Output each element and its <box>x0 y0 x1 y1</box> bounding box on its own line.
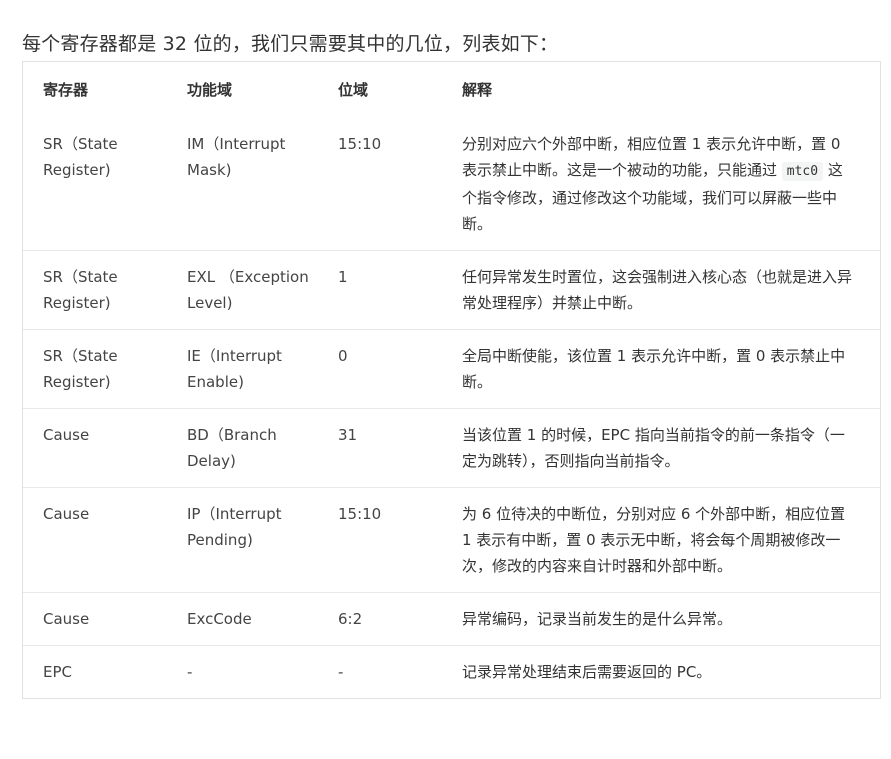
cell-register: SR（State Register) <box>43 347 118 391</box>
cell-explanation: 任何异常发生时置位，这会强制进入核心态（也就是进入异常处理程序）并禁止中断。 <box>462 268 853 312</box>
cell-bits: 31 <box>338 426 358 444</box>
table-row: Cause BD（Branch Delay) 31 当该位置 1 的时候，EPC… <box>23 409 880 488</box>
cell-register: SR（State Register) <box>43 268 118 312</box>
cell-explanation: 记录异常处理结束后需要返回的 PC。 <box>462 663 712 681</box>
header-explanation: 解释 <box>462 81 493 99</box>
cell-field: IE（Interrupt Enable) <box>187 347 282 391</box>
cell-field: IP（Interrupt Pending) <box>187 505 282 549</box>
cell-bits: 1 <box>338 268 348 286</box>
cell-register: Cause <box>43 426 90 444</box>
table-row: Cause IP（Interrupt Pending) 15:10 为 6 位待… <box>23 488 880 593</box>
table-row: SR（State Register) EXL （Exception Level)… <box>23 251 880 330</box>
table-row: EPC - - 记录异常处理结束后需要返回的 PC。 <box>23 646 880 699</box>
inline-code: mtc0 <box>781 162 824 181</box>
cell-register: EPC <box>43 663 72 681</box>
intro-paragraph: 每个寄存器都是 32 位的，我们只需要其中的几位，列表如下： <box>22 33 559 55</box>
cell-explanation: 异常编码，记录当前发生的是什么异常。 <box>462 610 733 628</box>
register-table: 寄存器 功能域 位域 解释 SR（State Register) IM（Inte… <box>23 62 880 698</box>
cell-register: Cause <box>43 610 90 628</box>
cell-bits: 15:10 <box>338 505 382 523</box>
cell-explanation: 为 6 位待决的中断位，分别对应 6 个外部中断，相应位置 1 表示有中断，置 … <box>462 505 846 575</box>
table-row: Cause ExcCode 6:2 异常编码，记录当前发生的是什么异常。 <box>23 593 880 646</box>
cell-register: SR（State Register) <box>43 135 118 179</box>
header-register: 寄存器 <box>43 81 89 99</box>
table-header-row: 寄存器 功能域 位域 解释 <box>23 62 880 118</box>
table-row: SR（State Register) IM（Interrupt Mask) 15… <box>23 118 880 251</box>
cell-explanation: 分别对应六个外部中断，相应位置 1 表示允许中断，置 0 表示禁止中断。这是一个… <box>442 118 880 251</box>
cell-bits: - <box>338 663 344 681</box>
cell-explanation: 全局中断使能，该位置 1 表示允许中断，置 0 表示禁止中断。 <box>462 347 846 391</box>
cell-bits: 6:2 <box>338 610 363 628</box>
cell-field: ExcCode <box>187 610 252 628</box>
register-table-container: 寄存器 功能域 位域 解释 SR（State Register) IM（Inte… <box>22 61 881 699</box>
cell-bits: 15:10 <box>338 135 382 153</box>
cell-field: IM（Interrupt Mask) <box>187 135 286 179</box>
table-row: SR（State Register) IE（Interrupt Enable) … <box>23 330 880 409</box>
cell-bits: 0 <box>338 347 348 365</box>
cell-field: BD（Branch Delay) <box>187 426 277 470</box>
cell-register: Cause <box>43 505 90 523</box>
cell-field: EXL （Exception Level) <box>187 268 309 312</box>
header-bits: 位域 <box>338 81 369 99</box>
cell-explanation: 当该位置 1 的时候，EPC 指向当前指令的前一条指令（一定为跳转），否则指向当… <box>462 426 845 470</box>
header-field: 功能域 <box>187 81 233 99</box>
cell-field: - <box>187 663 193 681</box>
